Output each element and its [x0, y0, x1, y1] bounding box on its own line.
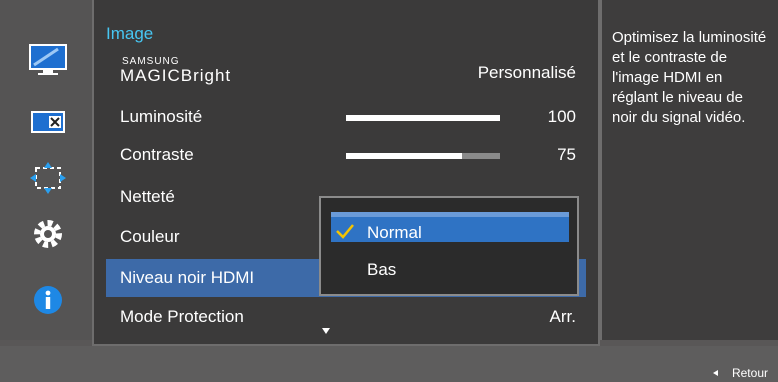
menu-item-label: Niveau noir HDMI	[120, 268, 255, 287]
menu-item-value: 75	[557, 145, 576, 164]
menu-item-luminosite[interactable]: Luminosité 100	[106, 98, 586, 136]
menu-item-label: Couleur	[120, 227, 180, 246]
option-bas[interactable]: Bas	[331, 254, 569, 284]
menu-item-label: Mode Protection	[120, 307, 244, 326]
menu-item-value: Personnalisé	[477, 63, 576, 82]
menu-item-label: Luminosité	[120, 107, 203, 126]
back-arrow-icon	[712, 370, 718, 376]
back-button[interactable]: Retour	[712, 366, 768, 380]
option-normal[interactable]: Normal	[331, 212, 569, 242]
menu-item-mode-protection[interactable]: Mode Protection Arr.	[106, 298, 586, 336]
scroll-down-icon[interactable]	[322, 328, 330, 334]
hdmi-black-level-dropdown: Normal Bas	[319, 196, 579, 296]
menu-item-value: Arr.	[549, 307, 576, 326]
contraste-slider[interactable]	[346, 153, 500, 159]
help-text: Optimisez la luminosité et le contraste …	[612, 29, 767, 126]
luminosite-slider[interactable]	[346, 115, 500, 121]
menu-title: Image	[106, 24, 154, 43]
menu-item-magicbright[interactable]: SAMSUNG MAGICBright Personnalisé	[106, 54, 586, 92]
help-panel: Optimisez la luminosité et le contraste …	[600, 0, 778, 340]
menu-item-label: Contraste	[120, 145, 194, 164]
osd-frame: Image SAMSUNG MAGICBright Personnalisé L…	[0, 0, 778, 382]
info-icon[interactable]	[28, 282, 68, 318]
menu-item-label: Netteté	[120, 187, 175, 206]
menu-item-label: Bright	[180, 66, 232, 85]
menu-item-value: 100	[547, 107, 576, 126]
option-label: Bas	[367, 260, 397, 279]
menu-icon-column	[0, 0, 92, 340]
checkmark-icon	[335, 223, 355, 243]
monitor-icon[interactable]	[28, 42, 68, 78]
menu-item-contraste[interactable]: Contraste 75	[106, 136, 586, 174]
option-label: Normal	[367, 223, 422, 242]
gear-icon[interactable]	[28, 216, 68, 252]
picture-icon[interactable]	[28, 104, 68, 140]
position-icon[interactable]	[28, 160, 68, 196]
back-label: Retour	[731, 366, 768, 380]
bottom-bar: Retour	[0, 346, 778, 382]
